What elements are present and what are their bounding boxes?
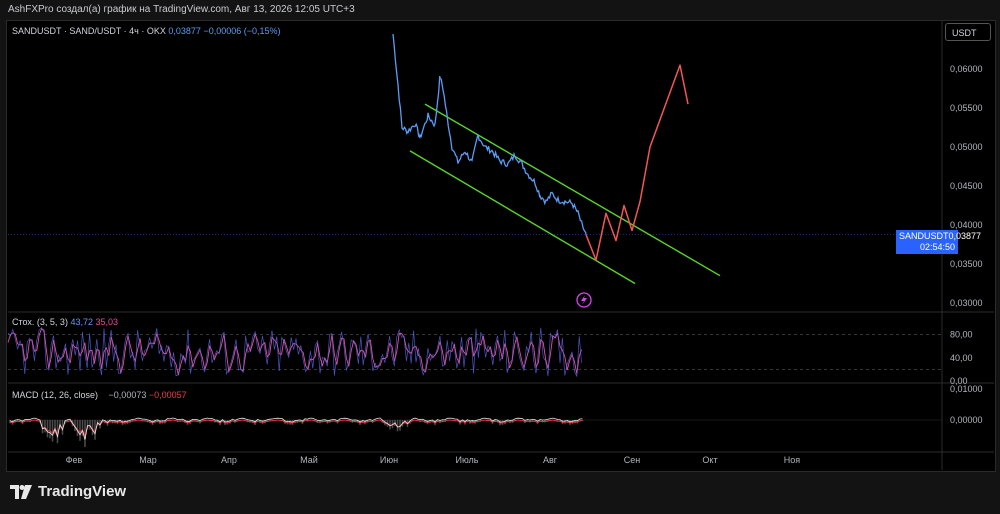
lightning-icon (581, 295, 587, 305)
macd-axis-label: 0,01000 (950, 384, 983, 394)
macd-value: −0,00073 (108, 390, 147, 400)
price-axis-label: 0,03500 (950, 259, 983, 269)
axes: 0,06000 0,05500 0,05000 0,04500 0,04000 0,035… (66, 64, 983, 465)
price-pane (8, 33, 942, 308)
stoch-legend: Стох. (3, 5, 3) 43,72 35,03 (12, 317, 118, 327)
price-series-line (392, 33, 587, 235)
price-label-symbol: SANDUSDT (899, 231, 949, 241)
main-legend: SANDUSDT · SAND/USDT · 4ч · OKX 0,03877 … (12, 26, 281, 36)
time-axis-label: Апр (221, 455, 237, 465)
stoch-label: Стох. (3, 5, 3) (12, 317, 68, 327)
macd-pane (8, 417, 942, 448)
projection-path (585, 64, 689, 261)
price-axis-label: 0,05000 (950, 142, 983, 152)
macd-axis-label: 0,00000 (950, 415, 983, 425)
time-axis-label: Май (300, 455, 318, 465)
tradingview-logo[interactable]: TradingView (10, 483, 126, 500)
legend-price: 0,03877 (168, 26, 201, 36)
channel-upper-line (424, 103, 721, 277)
price-axis-label: 0,06000 (950, 64, 983, 74)
time-axis-label: Ноя (784, 455, 801, 465)
footer: TradingView (0, 474, 1000, 514)
time-axis-label: Авг (543, 455, 558, 465)
stoch-axis-label: 80,00 (950, 330, 973, 340)
time-axis-label: Фев (66, 455, 83, 465)
currency-button[interactable]: USDT (945, 23, 991, 41)
time-axis-label: Мар (139, 455, 157, 465)
price-label-countdown: 02:54:50 (919, 242, 955, 252)
price-axis-label: 0,05500 (950, 103, 983, 113)
macd-signal-value: −0,00057 (148, 390, 187, 400)
time-axis-label: Сен (624, 455, 641, 465)
tradingview-logo-icon (10, 484, 32, 499)
price-axis-label: 0,04500 (950, 181, 983, 191)
stoch-k-value: 43,72 (70, 317, 93, 327)
time-axis-label: Окт (702, 455, 717, 465)
last-price-label: SANDUSDT 0,03877 02:54:50 (896, 230, 981, 254)
legend-change: −0,00006 (−0,15%) (203, 26, 281, 36)
price-axis-label: 0,04000 (950, 220, 983, 230)
channel-lower-line (409, 150, 636, 285)
legend-symbol: SANDUSDT · SAND/USDT · 4ч · OKX (12, 26, 166, 36)
stoch-d-value: 35,03 (95, 317, 119, 327)
time-axis-label: Июн (380, 455, 398, 465)
stoch-axis-label: 40,00 (950, 353, 973, 363)
price-axis-label: 0,03000 (950, 298, 983, 308)
time-axis-label: Июль (456, 455, 479, 465)
stoch-pane (7, 327, 942, 377)
tradingview-wordmark: TradingView (38, 483, 127, 500)
grid (8, 20, 994, 470)
macd-label: MACD (12, 26, close) (12, 390, 99, 400)
macd-legend: MACD (12, 26, close) −0,00073 −0,00057 (12, 390, 187, 400)
stoch-d-line (7, 328, 583, 376)
price-label-price: 0,03877 (948, 231, 982, 241)
chart-canvas[interactable]: 0,06000 0,05500 0,05000 0,04500 0,04000 0,035… (0, 0, 1000, 514)
